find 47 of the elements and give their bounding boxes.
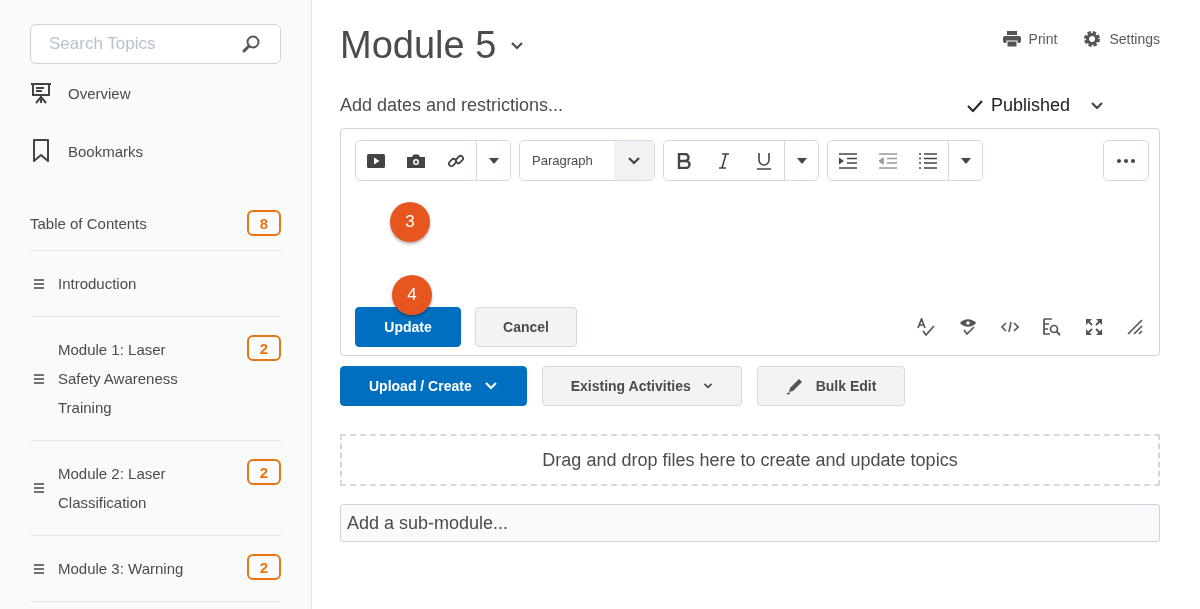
dropzone[interactable]: Drag and drop files here to create and update topics	[340, 434, 1160, 486]
search-field[interactable]: Search Topics	[30, 24, 281, 64]
chevron-down-icon	[702, 381, 713, 391]
toc-item[interactable]: Module 1: Laser Safety Awareness Training 2	[30, 317, 281, 441]
cancel-button[interactable]: Cancel	[475, 307, 577, 347]
chevron-down-icon	[483, 381, 498, 391]
drag-handle-icon	[34, 373, 44, 384]
preview-icon[interactable]	[959, 318, 977, 336]
status-dropdown[interactable]: Published	[966, 95, 1104, 116]
toc-item[interactable]: Module 2: Laser Classification 2	[30, 441, 281, 536]
drag-handle-icon	[34, 563, 44, 574]
toc-item[interactable]: Introduction	[30, 251, 281, 317]
code-icon[interactable]	[1001, 321, 1019, 333]
step-marker: 4	[392, 275, 432, 315]
settings-button[interactable]: Settings	[1083, 30, 1160, 48]
gear-icon	[1083, 30, 1102, 48]
format-dropdown[interactable]: Paragraph	[519, 140, 655, 181]
resize-icon[interactable]	[1127, 319, 1143, 335]
checkmark-icon	[966, 98, 983, 113]
sub-module-field[interactable]: Add a sub-module...	[340, 504, 1160, 542]
drag-handle-icon	[34, 278, 44, 289]
section-title: Table of Contents	[30, 214, 147, 232]
fullscreen-icon[interactable]	[1085, 318, 1103, 336]
print-button[interactable]: Print	[1002, 30, 1058, 48]
existing-activities-button[interactable]: Existing Activities	[541, 366, 742, 406]
ellipsis-icon	[1117, 158, 1135, 163]
step-marker: 3	[390, 202, 430, 242]
toc-item[interactable]: Module 3: Warning 2	[30, 536, 281, 602]
printer-icon	[1002, 31, 1021, 47]
update-button[interactable]: Update	[355, 307, 461, 347]
pencil-icon	[785, 377, 804, 395]
find-icon[interactable]	[1043, 318, 1061, 336]
bookmark-icon	[30, 139, 52, 163]
chevron-down-icon	[1090, 100, 1104, 111]
nav-item[interactable]: Overview	[30, 64, 281, 122]
presentation-icon	[30, 81, 52, 105]
spellcheck-icon[interactable]	[917, 318, 935, 336]
upload-create-button[interactable]: Upload / Create	[340, 366, 527, 406]
drag-handle-icon	[34, 483, 44, 493]
chevron-down-icon[interactable]	[510, 40, 525, 51]
topic-count: 8	[247, 210, 281, 236]
bulk-edit-button[interactable]: Bulk Edit	[756, 366, 906, 406]
module-title: Module 5	[340, 24, 497, 67]
dates-link[interactable]: Add dates and restrictions...	[340, 95, 564, 116]
search-icon	[241, 34, 261, 54]
chevron-down-icon	[627, 155, 641, 166]
nav-item[interactable]: Bookmarks	[30, 122, 281, 180]
